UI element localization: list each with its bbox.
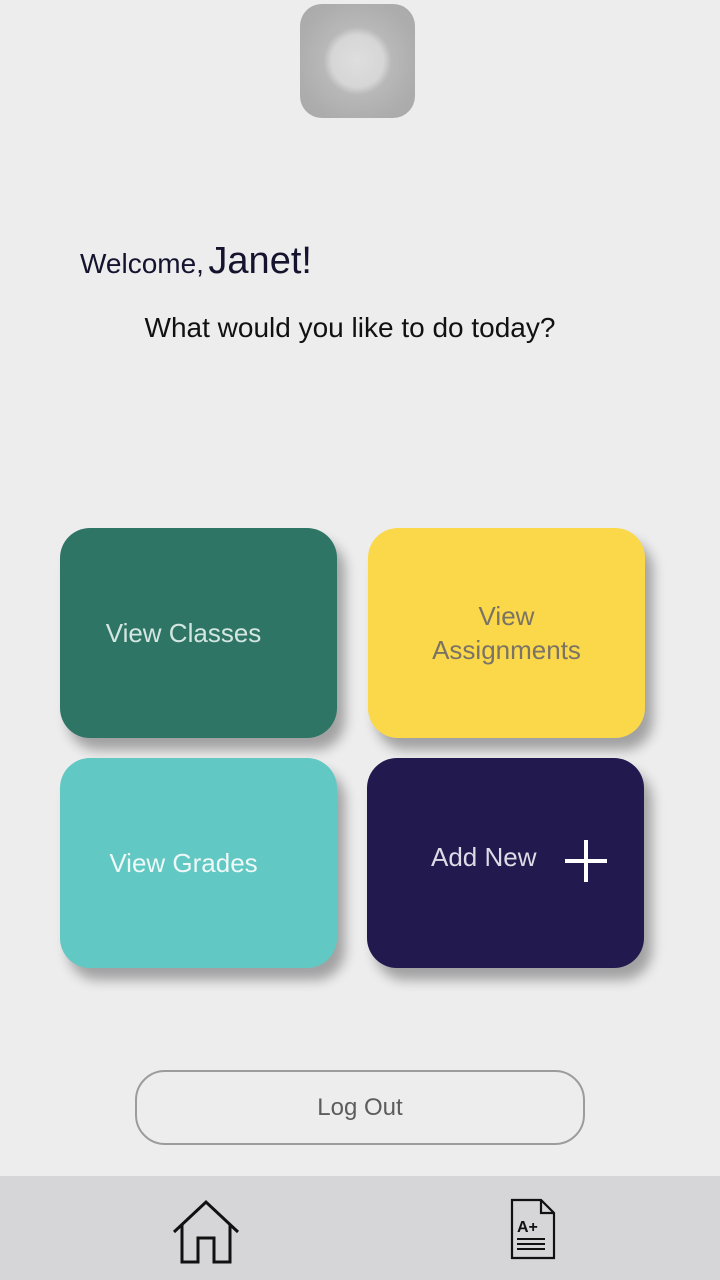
add-new-button[interactable]: Add New bbox=[367, 758, 644, 968]
view-assignments-label-line1: View bbox=[478, 601, 535, 631]
view-assignments-label-line2: Assignments bbox=[432, 635, 581, 665]
log-out-button[interactable]: Log Out bbox=[135, 1070, 585, 1145]
view-grades-label: View Grades bbox=[109, 848, 258, 878]
view-assignments-button[interactable]: View Assignments bbox=[368, 528, 645, 738]
view-classes-label: View Classes bbox=[105, 618, 262, 648]
avatar-placeholder-icon[interactable] bbox=[300, 4, 415, 118]
welcome-message: Welcome, Janet! bbox=[80, 240, 312, 283]
home-icon[interactable] bbox=[170, 1198, 242, 1266]
plus-icon bbox=[565, 840, 607, 882]
prompt-text: What would you like to do today? bbox=[144, 312, 556, 343]
view-grades-button[interactable]: View Grades bbox=[60, 758, 337, 968]
view-assignments-label: View Assignments bbox=[432, 599, 581, 667]
user-name: Janet! bbox=[208, 240, 312, 282]
bottom-nav-bar: A+ bbox=[0, 1176, 720, 1280]
grade-glyph: A+ bbox=[517, 1219, 538, 1236]
grade-document-icon[interactable]: A+ bbox=[508, 1198, 556, 1260]
view-classes-button[interactable]: View Classes bbox=[60, 528, 337, 738]
add-new-label: Add New bbox=[431, 842, 537, 872]
welcome-text: Welcome, bbox=[80, 248, 204, 279]
